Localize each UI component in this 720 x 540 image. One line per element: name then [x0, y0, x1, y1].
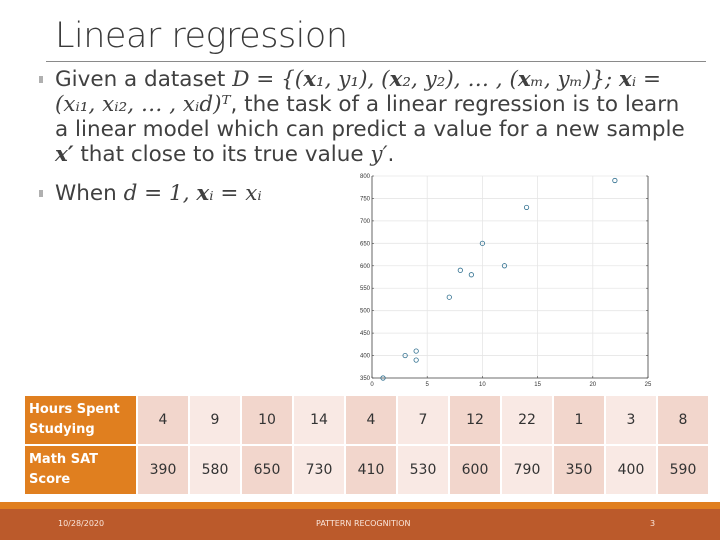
- table-cell: 410: [346, 446, 396, 494]
- math-run: D = {(: [232, 67, 304, 92]
- table-cell: 390: [138, 446, 188, 494]
- math-run: d = 1,: [123, 181, 197, 206]
- text-run: When: [55, 181, 124, 206]
- math-run: y′: [370, 142, 388, 167]
- x-tick-label: 10: [479, 382, 486, 388]
- table-cell: 7: [398, 396, 448, 444]
- table-row-sat: Math SAT Score 390 580 650 730 410 530 6…: [25, 446, 708, 494]
- x-tick-label: 20: [589, 382, 596, 388]
- y-tick-label: 500: [360, 309, 371, 315]
- table-cell: 14: [294, 396, 344, 444]
- math-run: ₁, y₁), (: [316, 67, 390, 92]
- table-cell: 4: [346, 396, 396, 444]
- slide-title: Linear regression: [55, 16, 348, 56]
- row-header-sat: Math SAT Score: [25, 446, 136, 494]
- data-point: [523, 204, 530, 211]
- table-cell: 580: [190, 446, 240, 494]
- data-table: Hours Spent Studying 4 9 10 14 4 7 12 22…: [23, 394, 710, 496]
- table-row-hours: Hours Spent Studying 4 9 10 14 4 7 12 22…: [25, 396, 708, 444]
- data-point: [413, 357, 419, 363]
- y-tick-label: 450: [360, 331, 371, 337]
- table-cell: 350: [554, 446, 604, 494]
- page-number: 3: [650, 519, 656, 528]
- table-cell: 12: [450, 396, 500, 444]
- math-bold-run: x: [196, 181, 210, 206]
- table-cell: 790: [502, 446, 552, 494]
- footer-date: 10/28/2020: [58, 519, 105, 528]
- table-cell: 590: [658, 446, 708, 494]
- row-header-hours: Hours Spent Studying: [25, 396, 136, 444]
- text-run: Given a dataset: [55, 67, 233, 92]
- y-tick-label: 350: [360, 376, 371, 382]
- table-cell: 650: [242, 446, 292, 494]
- data-point: [446, 294, 452, 300]
- bullet-marker-icon: [39, 190, 43, 197]
- bullet-definition: Given a dataset D = {(x₁, y₁), (x₂, y₂),…: [39, 67, 699, 167]
- table-cell: 530: [398, 446, 448, 494]
- table-cell: 4: [138, 396, 188, 444]
- y-tick-label: 650: [360, 241, 371, 247]
- table-cell: 9: [190, 396, 240, 444]
- data-point: [457, 267, 463, 273]
- math-run: (xᵢ₁, xᵢ₂, … , xᵢd)ᵀ: [55, 92, 231, 117]
- table-cell: 600: [450, 446, 500, 494]
- x-tick-label: 15: [534, 382, 541, 388]
- table-cell: 22: [502, 396, 552, 444]
- x-tick-label: 0: [370, 382, 374, 388]
- math-run: ₘ, yₘ)};: [530, 67, 620, 92]
- data-point: [612, 177, 618, 184]
- math-run: ᵢ =: [631, 67, 662, 92]
- scatter-plot: 350 400 450 500 550 600 650 700 750 800 0 5 10 15 20 25: [360, 174, 652, 388]
- footer-accent-stripe: [0, 502, 720, 509]
- table-cell: 730: [294, 446, 344, 494]
- math-bold-run: x′: [55, 142, 74, 167]
- y-tick-label: 750: [360, 196, 371, 202]
- math-run: ᵢ = xᵢ: [209, 181, 262, 206]
- math-bold-run: x: [517, 67, 531, 92]
- y-tick-label: 700: [360, 219, 371, 225]
- table-cell: 8: [658, 396, 708, 444]
- data-point: [413, 348, 419, 354]
- table-cell: 3: [606, 396, 656, 444]
- math-run: ₂, y₂), … , (: [402, 67, 518, 92]
- footer-title: PATTERN RECOGNITION: [316, 519, 411, 528]
- math-bold-run: x: [303, 67, 317, 92]
- table-cell: 10: [242, 396, 292, 444]
- table-cell: 1: [554, 396, 604, 444]
- y-tick-label: 550: [360, 286, 371, 292]
- math-bold-run: x: [389, 67, 403, 92]
- x-tick-label: 5: [426, 382, 430, 388]
- y-tick-label: 600: [360, 264, 371, 270]
- bullet-text: Given a dataset D = {(x₁, y₁), (x₂, y₂),…: [55, 67, 685, 167]
- text-run: that close to its true value: [73, 142, 371, 167]
- y-tick-label: 800: [360, 174, 371, 180]
- bullet-marker-icon: [39, 76, 43, 83]
- slide-footer: 10/28/2020 PATTERN RECOGNITION 3: [0, 509, 720, 540]
- title-divider: [46, 61, 706, 62]
- math-bold-run: x: [619, 67, 632, 92]
- text-run: .: [387, 142, 395, 167]
- table-cell: 400: [606, 446, 656, 494]
- data-point: [468, 272, 474, 278]
- y-tick-label: 400: [360, 354, 371, 360]
- bullet-text: When d = 1, xᵢ = xᵢ: [55, 181, 262, 206]
- x-tick-label: 25: [645, 382, 652, 388]
